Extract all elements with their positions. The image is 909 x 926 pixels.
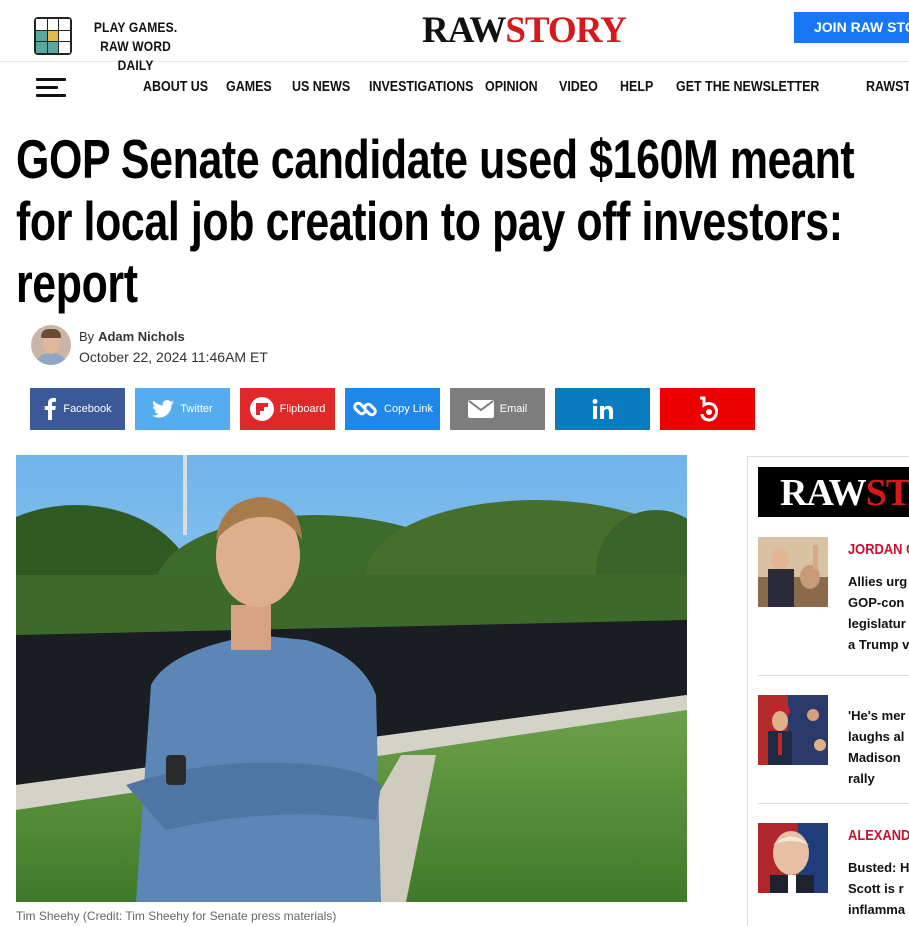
link-icon [353, 401, 377, 417]
nav-rawstory[interactable]: RAWSTORY [866, 79, 909, 95]
nav-opinion[interactable]: OPINION [485, 79, 538, 95]
share-bluesky-button[interactable] [660, 388, 755, 430]
nav-investigations[interactable]: INVESTIGATIONS [369, 79, 473, 95]
nav-newsletter[interactable]: GET THE NEWSLETTER [676, 79, 819, 95]
sidebar-story-1-thumb[interactable] [758, 537, 828, 607]
word-game-icon[interactable] [34, 17, 72, 55]
share-email-label: Email [499, 403, 528, 415]
byline: By Adam Nichols [79, 328, 185, 344]
nav-us-news[interactable]: US NEWS [292, 79, 350, 95]
logo-story: STORY [505, 10, 627, 51]
sidebar-story-3[interactable]: ALEXANDI Busted: H Scott is r inflamma [758, 823, 909, 917]
flipboard-icon [249, 397, 274, 421]
sidebar-divider [758, 675, 909, 676]
share-facebook-button[interactable]: Facebook [30, 388, 125, 430]
nav-games[interactable]: GAMES [226, 79, 272, 95]
main-nav: ABOUT US GAMES US NEWS INVESTIGATIONS OP… [0, 62, 909, 114]
photo-caption: Tim Sheehy (Credit: Tim Sheehy for Senat… [16, 909, 337, 923]
author-avatar[interactable] [31, 325, 71, 365]
share-facebook-label: Facebook [63, 403, 112, 415]
sidebar-story-2[interactable]: 'He's mer laughs al Madison rally [758, 695, 909, 786]
top-bar: PLAY GAMES. RAW WORD DAILY RAWSTORY JOIN… [0, 0, 909, 73]
share-email-button[interactable]: Email [450, 388, 545, 430]
twitter-icon [152, 400, 175, 418]
share-copy-link-label: Copy Link [384, 403, 433, 415]
nav-help[interactable]: HELP [620, 79, 653, 95]
nav-video[interactable]: VIDEO [559, 79, 598, 95]
share-linkedin-button[interactable] [555, 388, 650, 430]
bluesky-icon [699, 396, 718, 422]
publish-date: October 22, 2024 11:46AM ET [79, 349, 268, 365]
article-headline: GOP Senate candidate used $160M meant fo… [16, 128, 855, 314]
sidebar-story-2-title: 'He's mer laughs al Madison rally [848, 708, 906, 786]
linkedin-icon [592, 399, 613, 419]
logo-raw: RAW [422, 10, 506, 51]
sidebar-story-1-title: Allies urg GOP-con legislatur a Trump v [848, 574, 909, 652]
sidebar-logo-raw: RAW [780, 472, 867, 514]
share-twitter-label: Twitter [180, 403, 213, 415]
share-copy-link-button[interactable]: Copy Link [345, 388, 440, 430]
nav-about-us[interactable]: ABOUT US [143, 79, 208, 95]
sidebar-logo-story: STO [865, 472, 909, 514]
rawstory-logo[interactable]: RAWSTORY [422, 10, 627, 51]
share-flipboard-label: Flipboard [279, 403, 326, 415]
facebook-icon [45, 398, 57, 420]
author-name[interactable]: Adam Nichols [98, 329, 185, 344]
join-button[interactable]: JOIN RAW STORY [794, 12, 909, 43]
sidebar-divider [758, 803, 909, 804]
share-twitter-button[interactable]: Twitter [135, 388, 230, 430]
sidebar-story-3-title: Busted: H Scott is r inflamma [848, 860, 909, 917]
sidebar: RAWSTO JORDAN G Allies urg GOP-con legis… [747, 456, 909, 926]
byline-prefix: By [79, 329, 95, 344]
play-games-line1: PLAY GAMES. [93, 19, 178, 35]
share-flipboard-button[interactable]: Flipboard [240, 388, 335, 430]
sidebar-story-1-tag: JORDAN G [848, 541, 909, 558]
hamburger-menu-icon[interactable] [36, 78, 68, 98]
sidebar-rawstory-logo[interactable]: RAWSTO [758, 467, 909, 517]
article-photo [16, 455, 687, 902]
sidebar-story-3-thumb[interactable] [758, 823, 828, 893]
email-icon [467, 400, 494, 418]
sidebar-story-2-thumb[interactable] [758, 695, 828, 765]
sidebar-story-3-tag: ALEXANDI [848, 827, 909, 844]
sidebar-story-1[interactable]: JORDAN G Allies urg GOP-con legislatur a… [758, 537, 909, 652]
